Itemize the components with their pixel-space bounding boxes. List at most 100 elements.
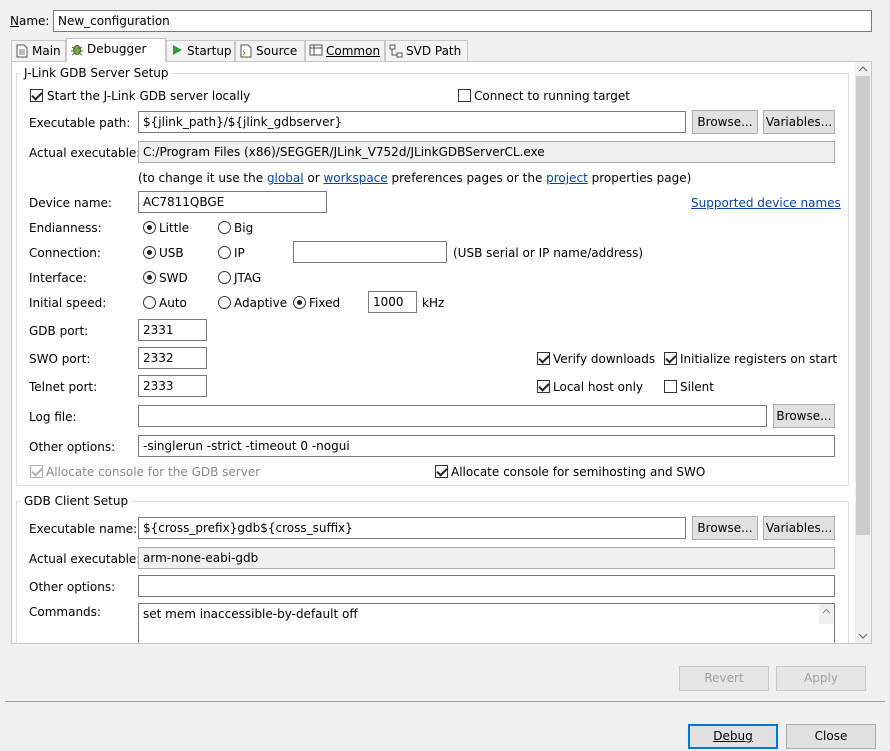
swo-port-input[interactable]: 2332 [138, 347, 207, 369]
supported-devices-link[interactable]: Supported device names [691, 195, 841, 211]
endianness-label: Endianness: [29, 221, 102, 235]
document-icon [15, 44, 29, 58]
bug-icon [70, 42, 84, 56]
client-other-options-label: Other options: [29, 580, 116, 594]
endian-big-radio[interactable] [218, 221, 231, 234]
tab-source[interactable]: Source [235, 40, 305, 62]
iface-jtag-radio[interactable] [218, 271, 231, 284]
alloc-console-checkbox[interactable] [30, 465, 43, 478]
iface-jtag-label: JTAG [234, 271, 262, 285]
debug-button[interactable]: Debug [688, 724, 778, 749]
source-icon [239, 44, 253, 58]
log-file-label: Log file: [29, 410, 77, 424]
telnet-port-label: Telnet port: [29, 380, 98, 394]
client-other-options-input[interactable] [138, 575, 835, 597]
tab-main[interactable]: Main [11, 40, 66, 62]
speed-unit: kHz [422, 296, 445, 310]
client-actual-label: Actual executable: [29, 552, 141, 566]
debugger-content: J-Link GDB Server Setup Start the J-Link… [12, 62, 855, 643]
browse-log-button[interactable]: Browse... [773, 404, 835, 428]
actual-exe-label: Actual executable: [29, 146, 141, 160]
alloc-semihosting-checkbox[interactable] [435, 465, 448, 478]
common-icon [309, 44, 323, 58]
connect-running-checkbox[interactable] [458, 89, 471, 102]
gdb-port-input[interactable]: 2331 [138, 319, 207, 341]
endian-big-label: Big [234, 221, 254, 235]
chevron-down-icon[interactable] [855, 629, 871, 643]
speed-fixed-radio[interactable] [293, 296, 306, 309]
separator [5, 701, 885, 702]
verify-downloads-label: Verify downloads [553, 352, 656, 366]
browse-client-button[interactable]: Browse... [692, 516, 758, 540]
conn-usb-label: USB [159, 246, 184, 260]
endian-little-radio[interactable] [143, 221, 156, 234]
init-registers-label: Initialize registers on start [680, 352, 838, 366]
silent-checkbox[interactable] [664, 380, 677, 393]
project-link[interactable]: project [546, 171, 588, 185]
conn-address-input[interactable] [293, 241, 447, 263]
speed-label: Initial speed: [29, 296, 107, 310]
panel-scrollbar[interactable] [855, 62, 871, 643]
conn-hint: (USB serial or IP name/address) [453, 246, 644, 260]
server-other-options-label: Other options: [29, 440, 116, 454]
conn-usb-radio[interactable] [143, 246, 156, 259]
speed-value-input[interactable]: 1000 [368, 291, 417, 313]
jlink-group-title: J-Link GDB Server Setup [21, 65, 172, 81]
tab-debugger[interactable]: Debugger [66, 38, 166, 62]
scrollbar-thumb[interactable] [856, 76, 870, 535]
preferences-hint: (to change it use the global or workspac… [138, 171, 692, 185]
speed-fixed-label: Fixed [309, 296, 341, 310]
conn-ip-radio[interactable] [218, 246, 231, 259]
name-input[interactable]: New_configuration [53, 10, 872, 32]
speed-adaptive-radio[interactable] [218, 296, 231, 309]
device-name-input[interactable]: AC7811QBGE [138, 191, 327, 213]
interface-label: Interface: [29, 271, 87, 285]
start-locally-checkbox[interactable] [30, 89, 43, 102]
chevron-up-icon[interactable] [819, 604, 834, 618]
global-link[interactable]: global [267, 171, 304, 185]
speed-auto-label: Auto [159, 296, 187, 310]
swo-port-label: SWO port: [29, 352, 91, 366]
telnet-port-input[interactable]: 2333 [138, 375, 207, 397]
revert-button[interactable]: Revert [679, 666, 769, 691]
variables-client-button[interactable]: Variables... [763, 516, 835, 540]
commands-label: Commands: [29, 605, 101, 619]
endian-little-label: Little [159, 221, 190, 235]
gdb-port-label: GDB port: [29, 324, 89, 338]
local-host-only-label: Local host only [553, 380, 644, 394]
name-label: Name: [10, 14, 50, 28]
tree-icon [389, 44, 403, 58]
exe-path-input[interactable]: ${jlink_path}/${jlink_gdbserver} [138, 111, 686, 133]
local-host-only-checkbox[interactable] [537, 380, 550, 393]
gdb-client-group-title: GDB Client Setup [21, 493, 132, 509]
silent-label: Silent [680, 380, 714, 394]
close-button[interactable]: Close [786, 724, 876, 749]
iface-swd-radio[interactable] [143, 271, 156, 284]
chevron-up-icon[interactable] [855, 62, 871, 76]
exe-path-label: Executable path: [29, 116, 131, 130]
browse-exe-button[interactable]: Browse... [692, 110, 758, 134]
server-other-options-input[interactable]: -singlerun -strict -timeout 0 -nogui [138, 435, 835, 457]
connection-label: Connection: [29, 246, 101, 260]
client-actual-field: arm-none-eabi-gdb [138, 547, 835, 569]
commands-scrollbar[interactable] [819, 604, 834, 624]
variables-exe-button[interactable]: Variables... [763, 110, 835, 134]
tab-startup[interactable]: Startup [166, 40, 235, 62]
alloc-semihosting-label: Allocate console for semihosting and SWO [451, 465, 706, 479]
client-exe-input[interactable]: ${cross_prefix}gdb${cross_suffix} [138, 517, 686, 539]
workspace-link[interactable]: workspace [323, 171, 387, 185]
tab-common[interactable]: Common [305, 40, 385, 62]
verify-downloads-checkbox[interactable] [537, 352, 550, 365]
conn-ip-label: IP [234, 246, 245, 260]
client-exe-label: Executable name: [29, 522, 138, 536]
tab-svd-path[interactable]: SVD Path [385, 40, 468, 62]
speed-auto-radio[interactable] [143, 296, 156, 309]
apply-button[interactable]: Apply [776, 666, 866, 691]
commands-textarea[interactable]: set mem inaccessible-by-default off [138, 603, 835, 643]
speed-adaptive-label: Adaptive [234, 296, 288, 310]
actual-exe-field: C:/Program Files (x86)/SEGGER/JLink_V752… [138, 141, 835, 163]
start-locally-label: Start the J-Link GDB server locally [47, 89, 251, 103]
log-file-input[interactable] [138, 405, 767, 427]
device-name-label: Device name: [29, 196, 112, 210]
init-registers-checkbox[interactable] [664, 352, 677, 365]
